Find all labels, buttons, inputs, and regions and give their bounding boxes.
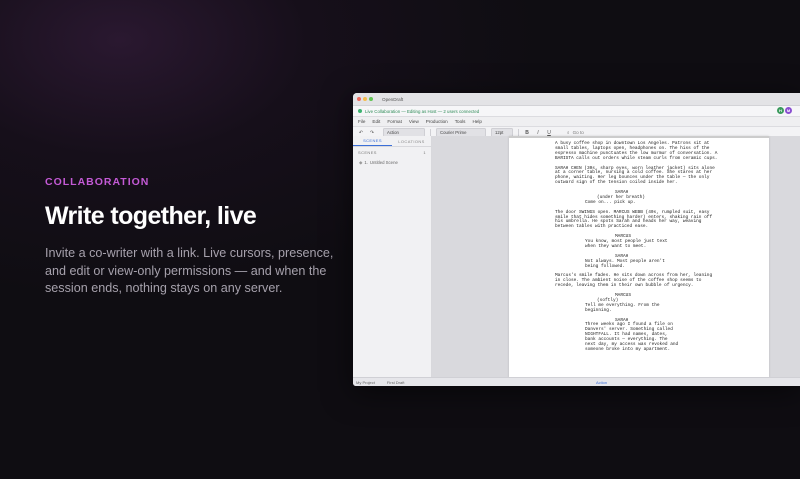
menu-bar: File Edit Format View Production Tools H… — [353, 117, 800, 127]
scene-list-item[interactable]: ◆ 1. Untitled Scene — [353, 158, 431, 168]
status-bar: My Project First Draft Action — [353, 377, 800, 386]
page-top-edge — [509, 136, 769, 138]
eyebrow-label: COLLABORATION — [45, 176, 150, 188]
action-block[interactable]: Marcus's smile fades. He sits down acros… — [555, 273, 743, 289]
action-block[interactable]: SARAH CHEN (30s, sharp eyes, worn leathe… — [555, 166, 743, 187]
menu-production[interactable]: Production — [426, 119, 448, 124]
collaborator-avatars: H M — [777, 107, 792, 114]
action-block[interactable]: A busy coffee shop in downtown Los Angel… — [555, 141, 743, 162]
dialogue-block[interactable]: MARCUS You know, most people just text wh… — [555, 234, 743, 250]
toolbar-divider — [430, 129, 431, 136]
app-window: OpenDraft Live Collaboration — Editing a… — [353, 93, 800, 386]
dialogue-line: Come on... pick up. — [585, 199, 636, 205]
search-icon: ⌕ — [567, 130, 570, 135]
status-project[interactable]: My Project — [356, 380, 375, 385]
menu-tools[interactable]: Tools — [455, 119, 466, 124]
window-title: OpenDraft — [382, 96, 404, 102]
tab-locations[interactable]: LOCATIONS — [392, 136, 431, 146]
menu-help[interactable]: Help — [472, 119, 481, 124]
redo-icon[interactable]: ↷ — [369, 130, 375, 136]
dialogue-block[interactable]: SARAH Three weeks ago I found a file on D… — [555, 318, 743, 353]
dialogue-block[interactable]: MARCUS (softly) Tell me everything. From t… — [555, 293, 743, 314]
scenes-count: 1 — [423, 150, 426, 155]
bold-button[interactable]: B — [524, 130, 530, 136]
script-page[interactable]: A busy coffee shop in downtown Los Angel… — [509, 136, 769, 378]
dialogue-line: Tell me everything. From the beginning. — [585, 302, 660, 313]
collaboration-status: Live Collaboration — Editing as Host — 2… — [365, 108, 480, 114]
live-status-icon — [358, 109, 362, 113]
editor-area: A busy coffee shop in downtown Los Angel… — [432, 136, 800, 378]
dialogue-line: You know, most people just text when the… — [585, 239, 668, 249]
element-type-value: Action — [387, 130, 399, 135]
scene-title: Untitled Scene — [369, 160, 398, 165]
font-size-value: 12pt — [495, 130, 504, 135]
dialogue-block[interactable]: SARAH (under her breath) Come on... pick u… — [555, 190, 743, 206]
menu-file[interactable]: File — [358, 119, 365, 124]
hero-headline: Write together, live — [45, 202, 257, 230]
scene-bullet-icon: ◆ — [359, 160, 363, 165]
scene-number: 1. — [364, 160, 368, 165]
font-value: Courier Prime — [440, 130, 467, 135]
avatar-guest[interactable]: M — [785, 107, 792, 114]
sidebar: SCENES LOCATIONS SCENES 1 ◆ 1. Untitled … — [353, 136, 432, 378]
screenplay-text[interactable]: A busy coffee shop in downtown Los Angel… — [555, 141, 743, 353]
maximize-window-button[interactable] — [369, 97, 373, 101]
avatar-host[interactable]: H — [777, 107, 784, 114]
italic-button[interactable]: I — [535, 130, 541, 136]
window-controls — [357, 97, 373, 101]
hero-description: Invite a co-writer with a link. Live cur… — [45, 246, 334, 296]
dialogue-line: Not always. Most people aren't being fol… — [585, 258, 665, 269]
status-draft[interactable]: First Draft — [387, 380, 405, 385]
undo-icon[interactable]: ↶ — [358, 130, 364, 136]
collaboration-bar: Live Collaboration — Editing as Host — 2… — [353, 106, 800, 117]
sidebar-tabs: SCENES LOCATIONS — [353, 136, 431, 147]
toolbar-divider — [518, 129, 519, 136]
close-window-button[interactable] — [357, 97, 361, 101]
dialogue-block[interactable]: SARAH Not always. Most people aren't bein… — [555, 254, 743, 270]
menu-edit[interactable]: Edit — [372, 119, 380, 124]
menu-view[interactable]: View — [409, 119, 419, 124]
hero-section: COLLABORATION Write together, live Invit… — [45, 176, 335, 298]
scenes-section-label: SCENES — [358, 150, 377, 155]
underline-button[interactable]: U — [546, 130, 552, 136]
goto-search[interactable]: ⌕ Go to — [567, 130, 584, 135]
title-bar: OpenDraft — [353, 93, 800, 106]
status-element: Action — [596, 379, 608, 385]
tab-scenes[interactable]: SCENES — [353, 136, 392, 146]
goto-placeholder: Go to — [572, 130, 584, 135]
minimize-window-button[interactable] — [363, 97, 367, 101]
menu-format[interactable]: Format — [387, 119, 402, 124]
dialogue-line: Three weeks ago I found a file on Danver… — [585, 322, 679, 352]
scenes-header: SCENES 1 — [353, 147, 431, 158]
action-block[interactable]: The door SWINGS open. MARCUS WEBB (40s, … — [555, 210, 743, 231]
